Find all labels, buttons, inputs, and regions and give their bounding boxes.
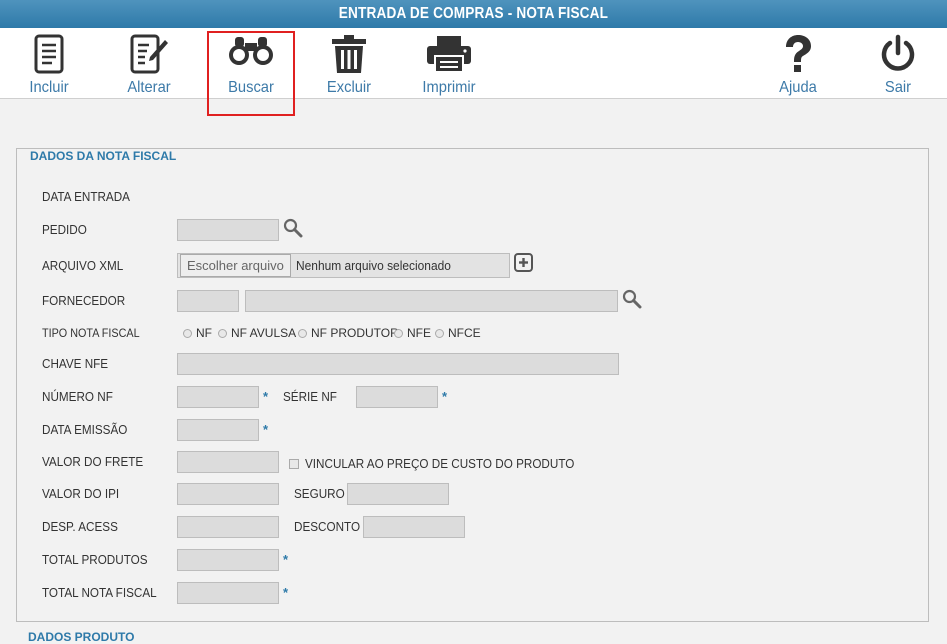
excluir-label: Excluir bbox=[326, 79, 372, 96]
buscar-label: Buscar bbox=[228, 79, 274, 96]
new-document-icon bbox=[34, 34, 64, 74]
fornecedor-name-input[interactable] bbox=[245, 290, 618, 312]
numero-nf-label: NÚMERO NF bbox=[42, 389, 113, 404]
excluir-button[interactable]: Excluir bbox=[323, 28, 375, 98]
total-nota-fiscal-input[interactable] bbox=[177, 582, 279, 604]
dados-nota-fiscal-section bbox=[16, 148, 929, 622]
radio-nf-produtor[interactable]: NF PRODUTOR bbox=[298, 326, 399, 340]
incluir-label: Incluir bbox=[29, 79, 69, 96]
required-mark: * bbox=[442, 389, 448, 404]
desp-acess-input[interactable] bbox=[177, 516, 279, 538]
chave-nfe-input[interactable] bbox=[177, 353, 619, 375]
required-mark: * bbox=[263, 422, 269, 437]
ajuda-label: Ajuda bbox=[779, 79, 817, 96]
vincular-checkbox[interactable]: VINCULAR AO PREÇO DE CUSTO DO PRODUTO bbox=[289, 456, 604, 471]
alterar-button[interactable]: Alterar bbox=[122, 28, 176, 98]
pedido-input[interactable] bbox=[177, 219, 279, 241]
desconto-input[interactable] bbox=[363, 516, 465, 538]
data-entrada-label: DATA ENTRADA bbox=[42, 189, 130, 204]
valor-ipi-label: VALOR DO IPI bbox=[42, 486, 120, 501]
ajuda-button[interactable]: Ajuda bbox=[775, 28, 821, 98]
help-icon bbox=[786, 35, 811, 72]
radio-nfce-label: NFCE bbox=[448, 326, 481, 340]
serie-nf-input[interactable] bbox=[356, 386, 438, 408]
valor-frete-label: VALOR DO FRETE bbox=[42, 454, 144, 469]
arquivo-xml-file-input[interactable]: Escolher arquivo Nenhum arquivo selecion… bbox=[177, 253, 510, 278]
binoculars-icon bbox=[229, 37, 273, 65]
add-xml-icon[interactable] bbox=[514, 253, 533, 272]
total-produtos-input[interactable] bbox=[177, 549, 279, 571]
total-nota-fiscal-label: TOTAL NOTA FISCAL bbox=[42, 585, 157, 600]
vincular-label: VINCULAR AO PREÇO DE CUSTO DO PRODUTO bbox=[305, 456, 575, 471]
arquivo-xml-label: ARQUIVO XML bbox=[42, 258, 124, 273]
window-title: ENTRADA DE COMPRAS - NOTA FISCAL bbox=[338, 5, 609, 22]
file-status-text: Nenhum arquivo selecionado bbox=[295, 258, 451, 273]
radio-nfce[interactable]: NFCE bbox=[435, 326, 481, 340]
toolbar: Incluir Alterar Buscar Excluir Imprimir … bbox=[0, 28, 947, 116]
serie-nf-label: SÉRIE NF bbox=[283, 389, 337, 404]
radio-nfe-label: NFE bbox=[407, 326, 431, 340]
sair-button[interactable]: Sair bbox=[876, 28, 920, 98]
trash-icon bbox=[332, 35, 366, 73]
radio-nf-avulsa-label: NF AVULSA bbox=[231, 326, 297, 340]
radio-nf[interactable]: NF bbox=[183, 326, 212, 340]
required-mark: * bbox=[263, 389, 269, 404]
next-section-title: DADOS PRODUTO bbox=[28, 630, 135, 644]
window-title-bar: ENTRADA DE COMPRAS - NOTA FISCAL bbox=[0, 0, 947, 28]
choose-file-button[interactable]: Escolher arquivo bbox=[180, 254, 291, 277]
radio-nf-label: NF bbox=[196, 326, 212, 340]
total-produtos-label: TOTAL PRODUTOS bbox=[42, 552, 148, 567]
required-mark: * bbox=[283, 552, 289, 567]
printer-icon bbox=[427, 36, 471, 73]
imprimir-label: Imprimir bbox=[422, 79, 476, 96]
desconto-label: DESCONTO bbox=[294, 519, 361, 534]
pedido-search-icon[interactable] bbox=[283, 218, 303, 238]
power-icon bbox=[881, 34, 915, 71]
tipo-nota-fiscal-label: TIPO NOTA FISCAL bbox=[42, 326, 140, 340]
valor-ipi-input[interactable] bbox=[177, 483, 279, 505]
fornecedor-search-icon[interactable] bbox=[622, 289, 642, 309]
desp-acess-label: DESP. ACESS bbox=[42, 519, 118, 534]
incluir-button[interactable]: Incluir bbox=[24, 28, 74, 98]
data-emissao-label: DATA EMISSÃO bbox=[42, 422, 128, 437]
imprimir-button[interactable]: Imprimir bbox=[416, 28, 482, 98]
pedido-label: PEDIDO bbox=[42, 222, 87, 237]
valor-frete-input[interactable] bbox=[177, 451, 279, 473]
numero-nf-input[interactable] bbox=[177, 386, 259, 408]
buscar-button[interactable]: Buscar bbox=[207, 31, 295, 116]
required-mark: * bbox=[283, 585, 289, 600]
seguro-input[interactable] bbox=[347, 483, 449, 505]
edit-document-icon bbox=[130, 34, 168, 74]
fornecedor-label: FORNECEDOR bbox=[42, 293, 126, 308]
fornecedor-code-input[interactable] bbox=[177, 290, 239, 312]
radio-nfe[interactable]: NFE bbox=[394, 326, 431, 340]
radio-nf-produtor-label: NF PRODUTOR bbox=[311, 326, 399, 340]
chave-nfe-label: CHAVE NFE bbox=[42, 356, 109, 371]
data-emissao-input[interactable] bbox=[177, 419, 259, 441]
sair-label: Sair bbox=[884, 79, 912, 96]
seguro-label: SEGURO bbox=[294, 486, 345, 501]
alterar-label: Alterar bbox=[127, 79, 171, 96]
section-title: DADOS DA NOTA FISCAL bbox=[28, 149, 179, 163]
radio-nf-avulsa[interactable]: NF AVULSA bbox=[218, 326, 296, 340]
